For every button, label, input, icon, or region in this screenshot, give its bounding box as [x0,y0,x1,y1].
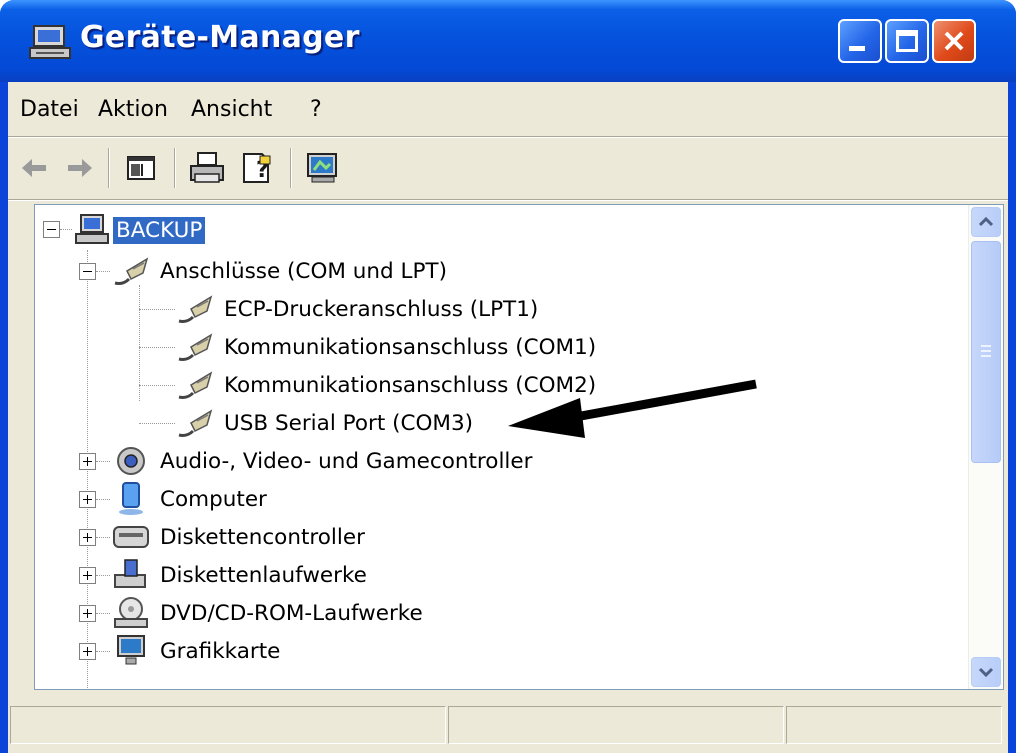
menu-ansicht[interactable]: Ansicht [191,97,272,122]
port-connector-icon [178,409,213,437]
tree-connector [139,423,175,424]
scan-hardware-icon[interactable] [302,148,344,188]
tree-connector [139,347,175,348]
tree-connector [139,309,175,310]
forward-arrow-icon[interactable] [56,148,98,188]
tree-category-label: Grafikkarte [160,638,281,664]
toolbar-separator [108,148,110,188]
window-title: Geräte-Manager [80,20,360,55]
tree-category-label: Anschlüsse (COM und LPT) [160,258,447,284]
expand-toggle[interactable] [79,567,96,584]
tree-item-label: Kommunikationsanschluss (COM2) [224,372,597,398]
scroll-up-button[interactable] [971,207,1001,237]
chevron-up-icon [978,216,994,227]
show-hide-console-tree-icon[interactable] [120,148,162,188]
help-icon[interactable]: ? [236,148,278,188]
tree-category-label: DVD/CD-ROM-Laufwerke [160,600,423,626]
tree-connector [96,537,110,538]
status-pane [448,706,784,744]
tree-item-port-com2[interactable]: Kommunikationsanschluss (COM2) [175,366,599,404]
cd-drive-icon [114,597,148,628]
expand-toggle[interactable] [79,605,96,622]
title-bar[interactable]: Geräte-Manager [0,0,1016,82]
tree-category-floppy-drives[interactable]: Diskettenlaufwerke [111,556,370,594]
collapse-toggle[interactable] [79,263,96,280]
tree-connector [87,250,88,689]
tree-category-cd-drives[interactable]: DVD/CD-ROM-Laufwerke [111,594,426,632]
scroll-thumb[interactable] [971,241,1001,463]
status-bar [8,702,1008,746]
menu-help[interactable]: ? [310,97,322,122]
tree-item-label: Kommunikationsanschluss (COM1) [224,334,597,360]
computer-icon [29,25,71,59]
toolbar-divider [8,199,1008,201]
tree-connector [139,285,140,401]
tree-category-label: Computer [160,486,267,512]
close-icon [944,31,964,51]
window-client-area: Datei Aktion Ansicht ? ? BACKUP Anschlüs… [8,82,1008,753]
collapse-toggle[interactable] [43,221,60,238]
tree-category-audio[interactable]: Audio-, Video- und Gamecontroller [111,442,535,480]
tree-item-port-com3[interactable]: USB Serial Port (COM3) [175,404,476,442]
computer-icon [119,482,143,515]
tree-root-backup[interactable]: BACKUP [73,211,206,249]
floppy-drive-icon [114,559,146,588]
speaker-icon [117,447,145,475]
tree-category-computer[interactable]: Computer [111,480,270,518]
expand-toggle[interactable] [79,529,96,546]
menu-aktion[interactable]: Aktion [98,97,168,122]
toolbar-separator [174,148,176,188]
tree-connector [96,461,110,462]
expand-toggle[interactable] [79,491,96,508]
port-connector-icon [114,257,149,285]
tree-connector [139,385,175,386]
toolbar: ? [8,138,1008,198]
tree-item-label: USB Serial Port (COM3) [224,410,474,436]
expand-toggle[interactable] [79,643,96,660]
back-arrow-icon[interactable] [16,148,58,188]
floppy-controller-icon [113,526,149,548]
tree-connector [96,613,110,614]
maximize-icon [896,30,918,52]
tree-item-port-lpt1[interactable]: ECP-Druckeranschluss (LPT1) [175,290,541,328]
port-connector-icon [178,333,213,361]
minimize-button[interactable] [838,19,882,63]
status-pane [786,706,1002,744]
tree-category-display[interactable]: Grafikkarte [111,632,283,670]
tree-root-label: BACKUP [113,216,206,244]
tree-item-label: ECP-Druckeranschluss (LPT1) [224,296,539,322]
tree-category-floppy-controller[interactable]: Diskettencontroller [111,518,368,556]
tree-connector [60,229,72,230]
expand-toggle[interactable] [79,453,96,470]
port-connector-icon [178,371,213,399]
tree-connector [96,271,110,272]
tree-category-label: Diskettenlaufwerke [160,562,367,588]
grip-icon [981,345,991,357]
tree-category-ports[interactable]: Anschlüsse (COM und LPT) [111,252,450,290]
device-tree: BACKUP Anschlüsse (COM und LPT) ECP-Druc… [34,204,1004,690]
menu-datei[interactable]: Datei [20,97,79,122]
menu-bar: Datei Aktion Ansicht ? [8,82,1008,136]
print-icon[interactable] [186,148,228,188]
maximize-button[interactable] [885,19,929,63]
close-button[interactable] [932,19,976,63]
monitor-icon [117,635,145,665]
scroll-down-button[interactable] [971,657,1001,687]
port-connector-icon [178,295,213,323]
device-manager-window: Geräte-Manager Datei Aktion Ansicht ? ? … [0,0,1016,753]
chevron-down-icon [978,667,994,678]
tree-item-port-com1[interactable]: Kommunikationsanschluss (COM1) [175,328,599,366]
minimize-icon [849,46,865,51]
computer-icon [75,214,109,244]
toolbar-separator [290,148,292,188]
tree-connector [96,575,110,576]
tree-category-label: Diskettencontroller [160,524,365,550]
tree-category-label: Audio-, Video- und Gamecontroller [160,448,533,474]
vertical-scrollbar[interactable] [968,205,1003,689]
tree-connector [96,651,110,652]
tree-connector [96,499,110,500]
status-pane [10,706,446,744]
